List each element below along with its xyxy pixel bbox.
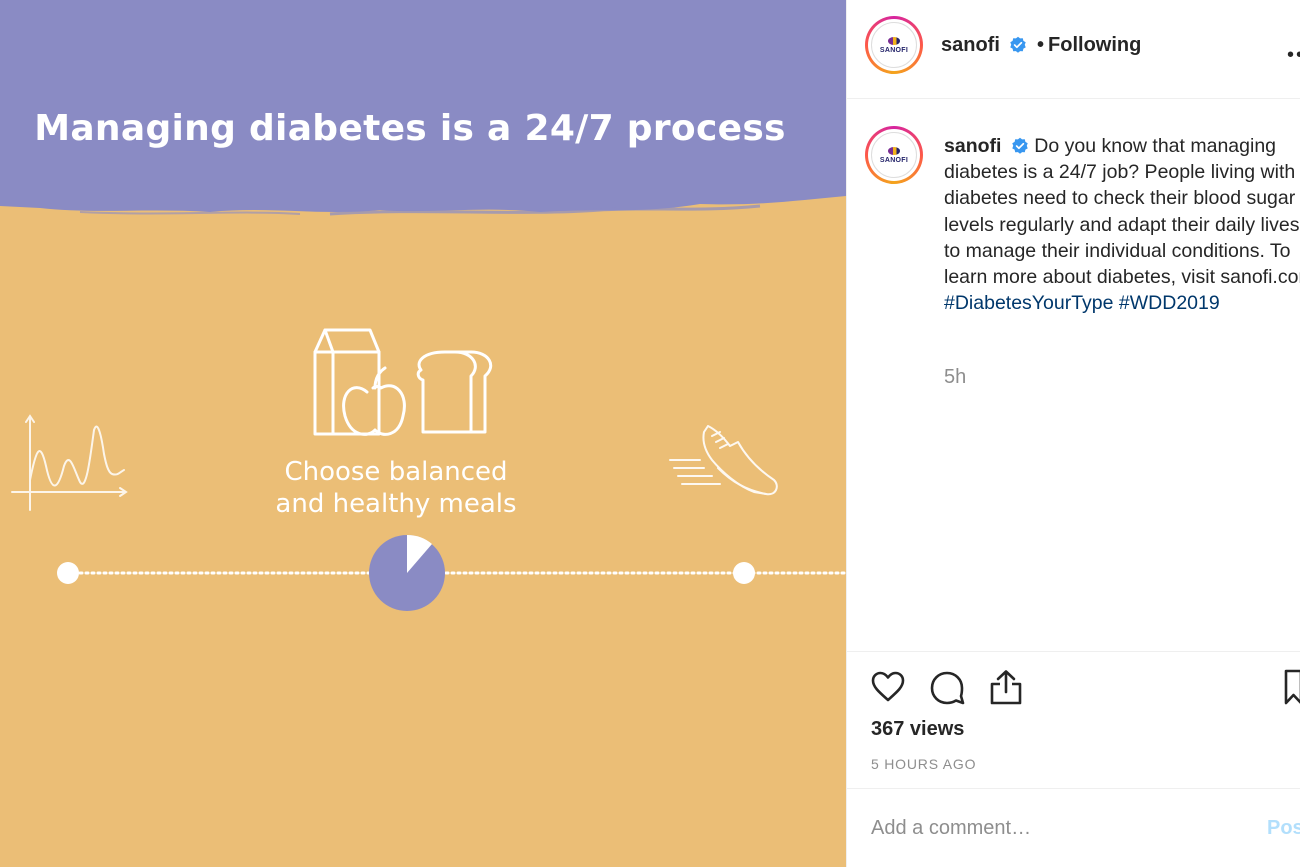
bookmark-icon[interactable] bbox=[1281, 668, 1300, 706]
caption-line-2: and healthy meals bbox=[275, 489, 517, 519]
avatar[interactable]: SANOFI bbox=[865, 16, 923, 74]
following-button[interactable]: Following bbox=[1048, 34, 1141, 56]
post-media[interactable]: Managing diabetes is a 24/7 process Choo… bbox=[0, 0, 846, 867]
hashtag-link[interactable]: #WDD2019 bbox=[1119, 292, 1220, 314]
food-icon bbox=[305, 322, 495, 447]
caption-username[interactable]: sanofi bbox=[944, 135, 1001, 157]
media-headline: Managing diabetes is a 24/7 process bbox=[34, 108, 786, 149]
hashtag-link[interactable]: #DiabetesYourType bbox=[944, 292, 1113, 314]
caption-time-ago[interactable]: 5h bbox=[944, 366, 966, 389]
sanofi-logo-icon: SANOFI bbox=[871, 132, 917, 178]
glucose-graph-icon bbox=[8, 410, 133, 520]
sneaker-icon bbox=[668, 420, 783, 505]
comment-bar: Post bbox=[847, 788, 1300, 867]
more-options-icon[interactable]: ••• bbox=[1287, 44, 1300, 67]
view-count[interactable]: 367 views bbox=[871, 718, 964, 741]
sanofi-logo-icon: SANOFI bbox=[871, 22, 917, 68]
post-caption: sanofi Do you know that managing diabete… bbox=[944, 133, 1300, 316]
caption-text: Do you know that managing diabetes is a … bbox=[944, 135, 1300, 289]
caption-avatar[interactable]: SANOFI bbox=[865, 126, 923, 184]
post-timestamp[interactable]: 5 HOURS AGO bbox=[871, 756, 976, 772]
avatar-text: SANOFI bbox=[879, 156, 909, 164]
header-user: sanofi • Following bbox=[941, 34, 1141, 57]
post-comment-button[interactable]: Post bbox=[1267, 817, 1300, 840]
post-header: SANOFI sanofi •Following ••• bbox=[847, 0, 1300, 99]
avatar-text: SANOFI bbox=[879, 46, 909, 54]
media-caption: Choose balanced and healthy meals bbox=[246, 456, 546, 520]
progress-timeline bbox=[0, 530, 846, 621]
verified-badge-icon bbox=[1012, 137, 1028, 154]
share-icon[interactable] bbox=[987, 668, 1025, 706]
comment-icon[interactable] bbox=[928, 668, 966, 706]
heart-icon[interactable] bbox=[869, 668, 907, 706]
action-bar: 367 views 5 HOURS AGO bbox=[847, 651, 1300, 788]
verified-badge-icon bbox=[1010, 36, 1027, 53]
separator-dot: • bbox=[1037, 34, 1045, 56]
header-username[interactable]: sanofi bbox=[941, 34, 1000, 56]
add-comment-input[interactable] bbox=[871, 817, 1251, 840]
post-side-panel: SANOFI sanofi •Following ••• SANOFI sano… bbox=[846, 0, 1300, 867]
caption-line-1: Choose balanced bbox=[284, 457, 508, 487]
